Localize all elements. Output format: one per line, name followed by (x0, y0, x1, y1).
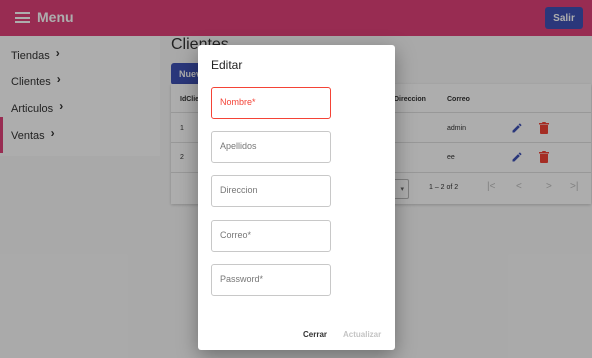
nombre-field[interactable] (211, 87, 331, 119)
nombre-input[interactable] (220, 97, 320, 107)
direccion-input[interactable] (220, 185, 320, 195)
dialog-title: Editar (211, 58, 243, 72)
correo-field[interactable] (211, 220, 331, 252)
update-button[interactable]: Actualizar (343, 330, 381, 339)
direccion-field[interactable] (211, 175, 331, 207)
cancel-button[interactable]: Cerrar (303, 330, 327, 339)
password-field[interactable] (211, 264, 331, 296)
apellidos-field[interactable] (211, 131, 331, 163)
apellidos-input[interactable] (220, 141, 320, 151)
correo-input[interactable] (220, 230, 320, 240)
edit-dialog: Editar Cerrar Actualizar (198, 45, 395, 350)
password-input[interactable] (220, 274, 320, 284)
